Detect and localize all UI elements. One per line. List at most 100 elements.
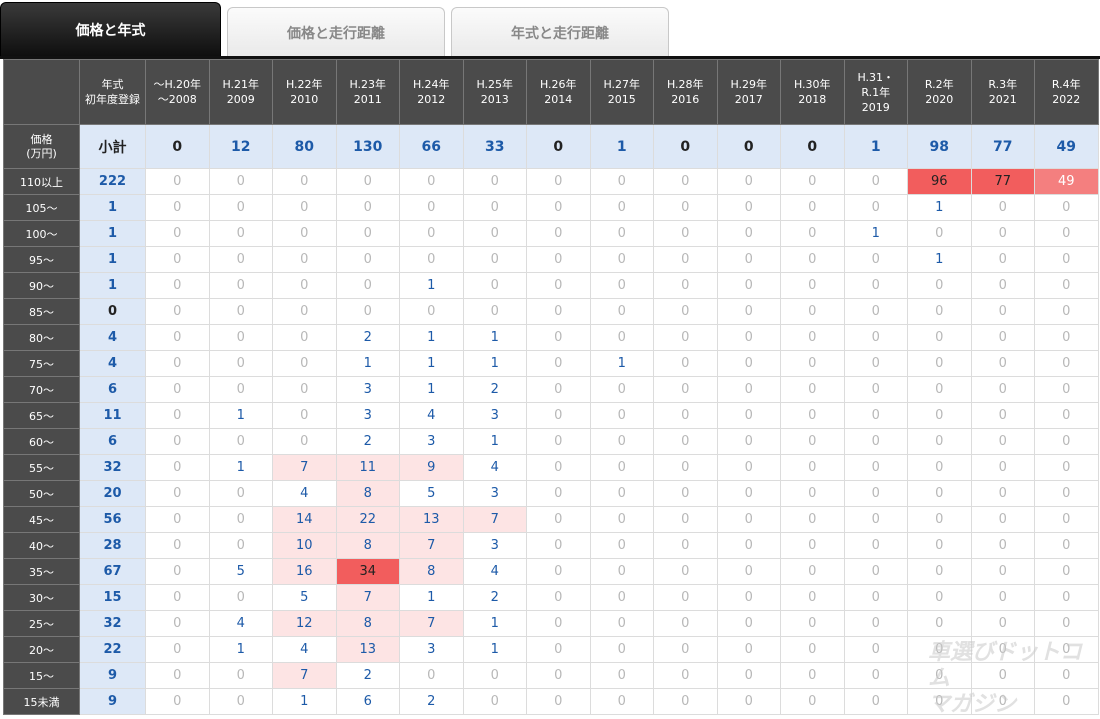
count-cell[interactable]: 22 <box>335 506 400 533</box>
count-cell[interactable]: 49 <box>1034 168 1099 195</box>
count-cell[interactable]: 3 <box>399 636 464 663</box>
count-cell[interactable]: 1 <box>462 610 527 637</box>
count-cell[interactable]: 10 <box>272 532 337 559</box>
count-cell[interactable]: 5 <box>208 558 273 585</box>
row-total-cell[interactable]: 11 <box>79 402 146 429</box>
count-cell[interactable]: 1 <box>399 350 464 377</box>
count-cell[interactable]: 3 <box>462 532 527 559</box>
subtotal-cell[interactable]: 0 <box>526 124 591 169</box>
row-total-cell[interactable]: 4 <box>79 350 146 377</box>
count-cell[interactable]: 1 <box>399 376 464 403</box>
count-cell[interactable]: 2 <box>462 584 527 611</box>
subtotal-cell[interactable]: 0 <box>653 124 718 169</box>
count-cell[interactable]: 8 <box>335 532 400 559</box>
row-total-cell[interactable]: 56 <box>79 506 146 533</box>
subtotal-cell[interactable]: 66 <box>399 124 464 169</box>
count-cell[interactable]: 8 <box>335 480 400 507</box>
row-total-cell[interactable]: 22 <box>79 636 146 663</box>
count-cell[interactable]: 7 <box>399 532 464 559</box>
row-total-cell[interactable]: 6 <box>79 376 146 403</box>
subtotal-cell[interactable]: 49 <box>1034 124 1099 169</box>
count-cell[interactable]: 1 <box>462 636 527 663</box>
count-cell[interactable]: 16 <box>272 558 337 585</box>
row-total-cell[interactable]: 4 <box>79 324 146 351</box>
row-total-cell[interactable]: 1 <box>79 194 146 221</box>
count-cell[interactable]: 4 <box>462 558 527 585</box>
count-cell[interactable]: 1 <box>335 350 400 377</box>
count-cell[interactable]: 9 <box>399 454 464 481</box>
subtotal-cell[interactable]: 98 <box>907 124 972 169</box>
row-total-cell[interactable]: 0 <box>79 298 146 325</box>
count-cell[interactable]: 3 <box>335 376 400 403</box>
count-cell[interactable]: 13 <box>399 506 464 533</box>
count-cell[interactable]: 4 <box>462 454 527 481</box>
count-cell[interactable]: 1 <box>462 324 527 351</box>
count-cell[interactable]: 1 <box>907 194 972 221</box>
count-cell[interactable]: 1 <box>462 428 527 455</box>
subtotal-cell[interactable]: 80 <box>272 124 337 169</box>
row-total-cell[interactable]: 32 <box>79 454 146 481</box>
count-cell[interactable]: 3 <box>335 402 400 429</box>
row-total-cell[interactable]: 9 <box>79 688 146 715</box>
count-cell[interactable]: 96 <box>907 168 972 195</box>
subtotal-cell[interactable]: 0 <box>716 124 781 169</box>
row-total-cell[interactable]: 222 <box>79 168 146 195</box>
count-cell[interactable]: 1 <box>399 324 464 351</box>
count-cell[interactable]: 1 <box>462 350 527 377</box>
count-cell[interactable]: 1 <box>208 454 273 481</box>
row-total-cell[interactable]: 15 <box>79 584 146 611</box>
count-cell[interactable]: 3 <box>399 428 464 455</box>
row-total-cell[interactable]: 20 <box>79 480 146 507</box>
count-cell[interactable]: 1 <box>208 402 273 429</box>
count-cell[interactable]: 1 <box>399 584 464 611</box>
count-cell[interactable]: 1 <box>843 220 908 247</box>
count-cell[interactable]: 2 <box>399 688 464 715</box>
count-cell[interactable]: 2 <box>335 662 400 689</box>
count-cell[interactable]: 8 <box>399 558 464 585</box>
count-cell[interactable]: 14 <box>272 506 337 533</box>
count-cell[interactable]: 1 <box>589 350 654 377</box>
subtotal-cell[interactable]: 130 <box>335 124 400 169</box>
count-cell[interactable]: 3 <box>462 480 527 507</box>
subtotal-cell[interactable]: 0 <box>145 124 210 169</box>
tab-price-and-year[interactable]: 価格と年式 <box>0 2 221 57</box>
count-cell[interactable]: 12 <box>272 610 337 637</box>
row-total-cell[interactable]: 1 <box>79 246 146 273</box>
count-cell[interactable]: 7 <box>462 506 527 533</box>
count-cell[interactable]: 2 <box>335 428 400 455</box>
tab-year-and-mileage[interactable]: 年式と走行距離 <box>451 7 669 57</box>
count-cell[interactable]: 77 <box>970 168 1035 195</box>
subtotal-cell[interactable]: 1 <box>589 124 654 169</box>
count-cell[interactable]: 6 <box>335 688 400 715</box>
count-cell[interactable]: 4 <box>208 610 273 637</box>
count-cell[interactable]: 2 <box>335 324 400 351</box>
row-total-cell[interactable]: 1 <box>79 220 146 247</box>
count-cell[interactable]: 7 <box>399 610 464 637</box>
row-total-cell[interactable]: 32 <box>79 610 146 637</box>
count-cell[interactable]: 4 <box>272 480 337 507</box>
row-total-cell[interactable]: 28 <box>79 532 146 559</box>
tab-price-and-mileage[interactable]: 価格と走行距離 <box>227 7 445 57</box>
subtotal-cell[interactable]: 33 <box>462 124 527 169</box>
count-cell[interactable]: 5 <box>399 480 464 507</box>
count-cell[interactable]: 5 <box>272 584 337 611</box>
count-cell[interactable]: 7 <box>272 454 337 481</box>
count-cell[interactable]: 1 <box>907 246 972 273</box>
count-cell[interactable]: 1 <box>208 636 273 663</box>
subtotal-cell[interactable]: 0 <box>780 124 845 169</box>
count-cell[interactable]: 13 <box>335 636 400 663</box>
subtotal-cell[interactable]: 77 <box>970 124 1035 169</box>
count-cell[interactable]: 1 <box>272 688 337 715</box>
subtotal-cell[interactable]: 12 <box>208 124 273 169</box>
count-cell[interactable]: 11 <box>335 454 400 481</box>
count-cell[interactable]: 1 <box>399 272 464 299</box>
count-cell[interactable]: 34 <box>335 558 400 585</box>
count-cell[interactable]: 8 <box>335 610 400 637</box>
count-cell[interactable]: 4 <box>272 636 337 663</box>
count-cell[interactable]: 3 <box>462 402 527 429</box>
row-total-cell[interactable]: 67 <box>79 558 146 585</box>
count-cell[interactable]: 2 <box>462 376 527 403</box>
count-cell[interactable]: 4 <box>399 402 464 429</box>
subtotal-cell[interactable]: 1 <box>843 124 908 169</box>
count-cell[interactable]: 7 <box>272 662 337 689</box>
